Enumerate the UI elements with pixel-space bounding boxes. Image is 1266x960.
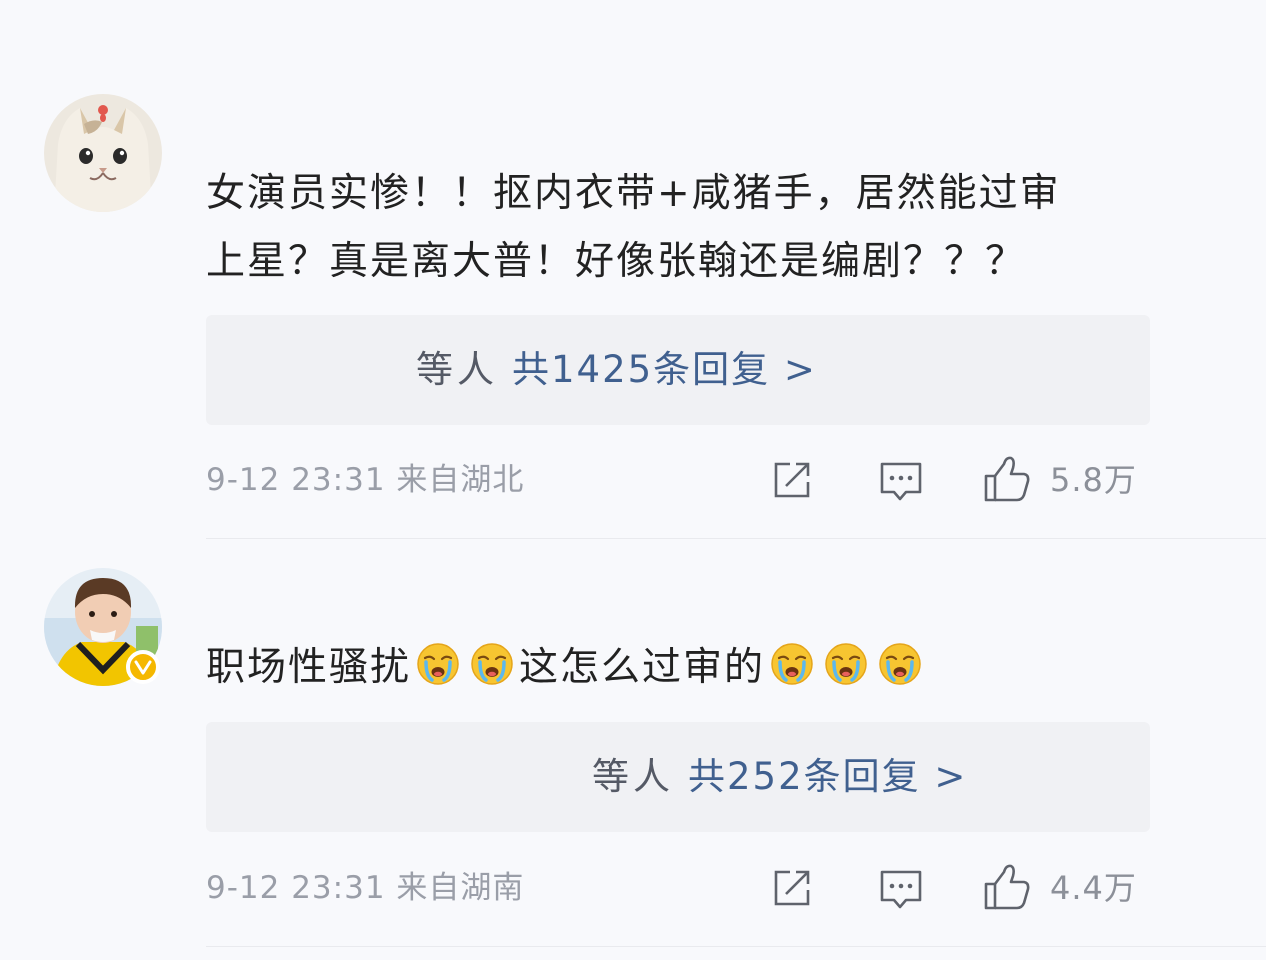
reply-users: 等人 <box>592 755 674 798</box>
crying-face-emoji <box>416 642 460 686</box>
comment-button[interactable] <box>878 866 924 916</box>
comment-text: 职场性骚扰 这怎么过审的 <box>206 634 1166 702</box>
like-count: 4.4万 <box>1050 869 1137 907</box>
like-button[interactable] <box>982 862 1032 912</box>
thumbs-up-icon <box>984 864 1030 910</box>
view-replies-link[interactable]: 共252条回复 > <box>688 755 967 798</box>
verified-badge-icon <box>126 650 160 684</box>
comment-meta: 9-12 23:31 来自湖南 <box>206 870 525 906</box>
comment-feed: 女演员实惨！！抠内衣带+咸猪手，居然能过审 上星？真是离大普！好像张翰还是编剧？… <box>0 0 1266 960</box>
crying-face-emoji <box>470 642 514 686</box>
crying-face-emoji <box>824 642 868 686</box>
crying-face-emoji <box>770 642 814 686</box>
reply-summary: 等人 共252条回复 > <box>592 722 967 832</box>
comment-item: 职场性骚扰 这怎么过审的 等人 共252条回复 > 9-12 23:31 来自湖南 <box>0 0 1266 960</box>
comment-text-line: 职场性骚扰 这怎么过审的 <box>206 634 1166 702</box>
comment-text-part: 职场性骚扰 <box>206 645 412 690</box>
divider <box>206 946 1266 947</box>
share-button[interactable] <box>770 864 816 914</box>
comment-icon <box>880 870 922 909</box>
share-icon <box>774 870 810 906</box>
crying-face-emoji <box>878 642 922 686</box>
reply-preview-box[interactable]: 等人 共252条回复 > <box>206 722 1150 832</box>
comment-text-part: 这怎么过审的 <box>519 645 766 690</box>
